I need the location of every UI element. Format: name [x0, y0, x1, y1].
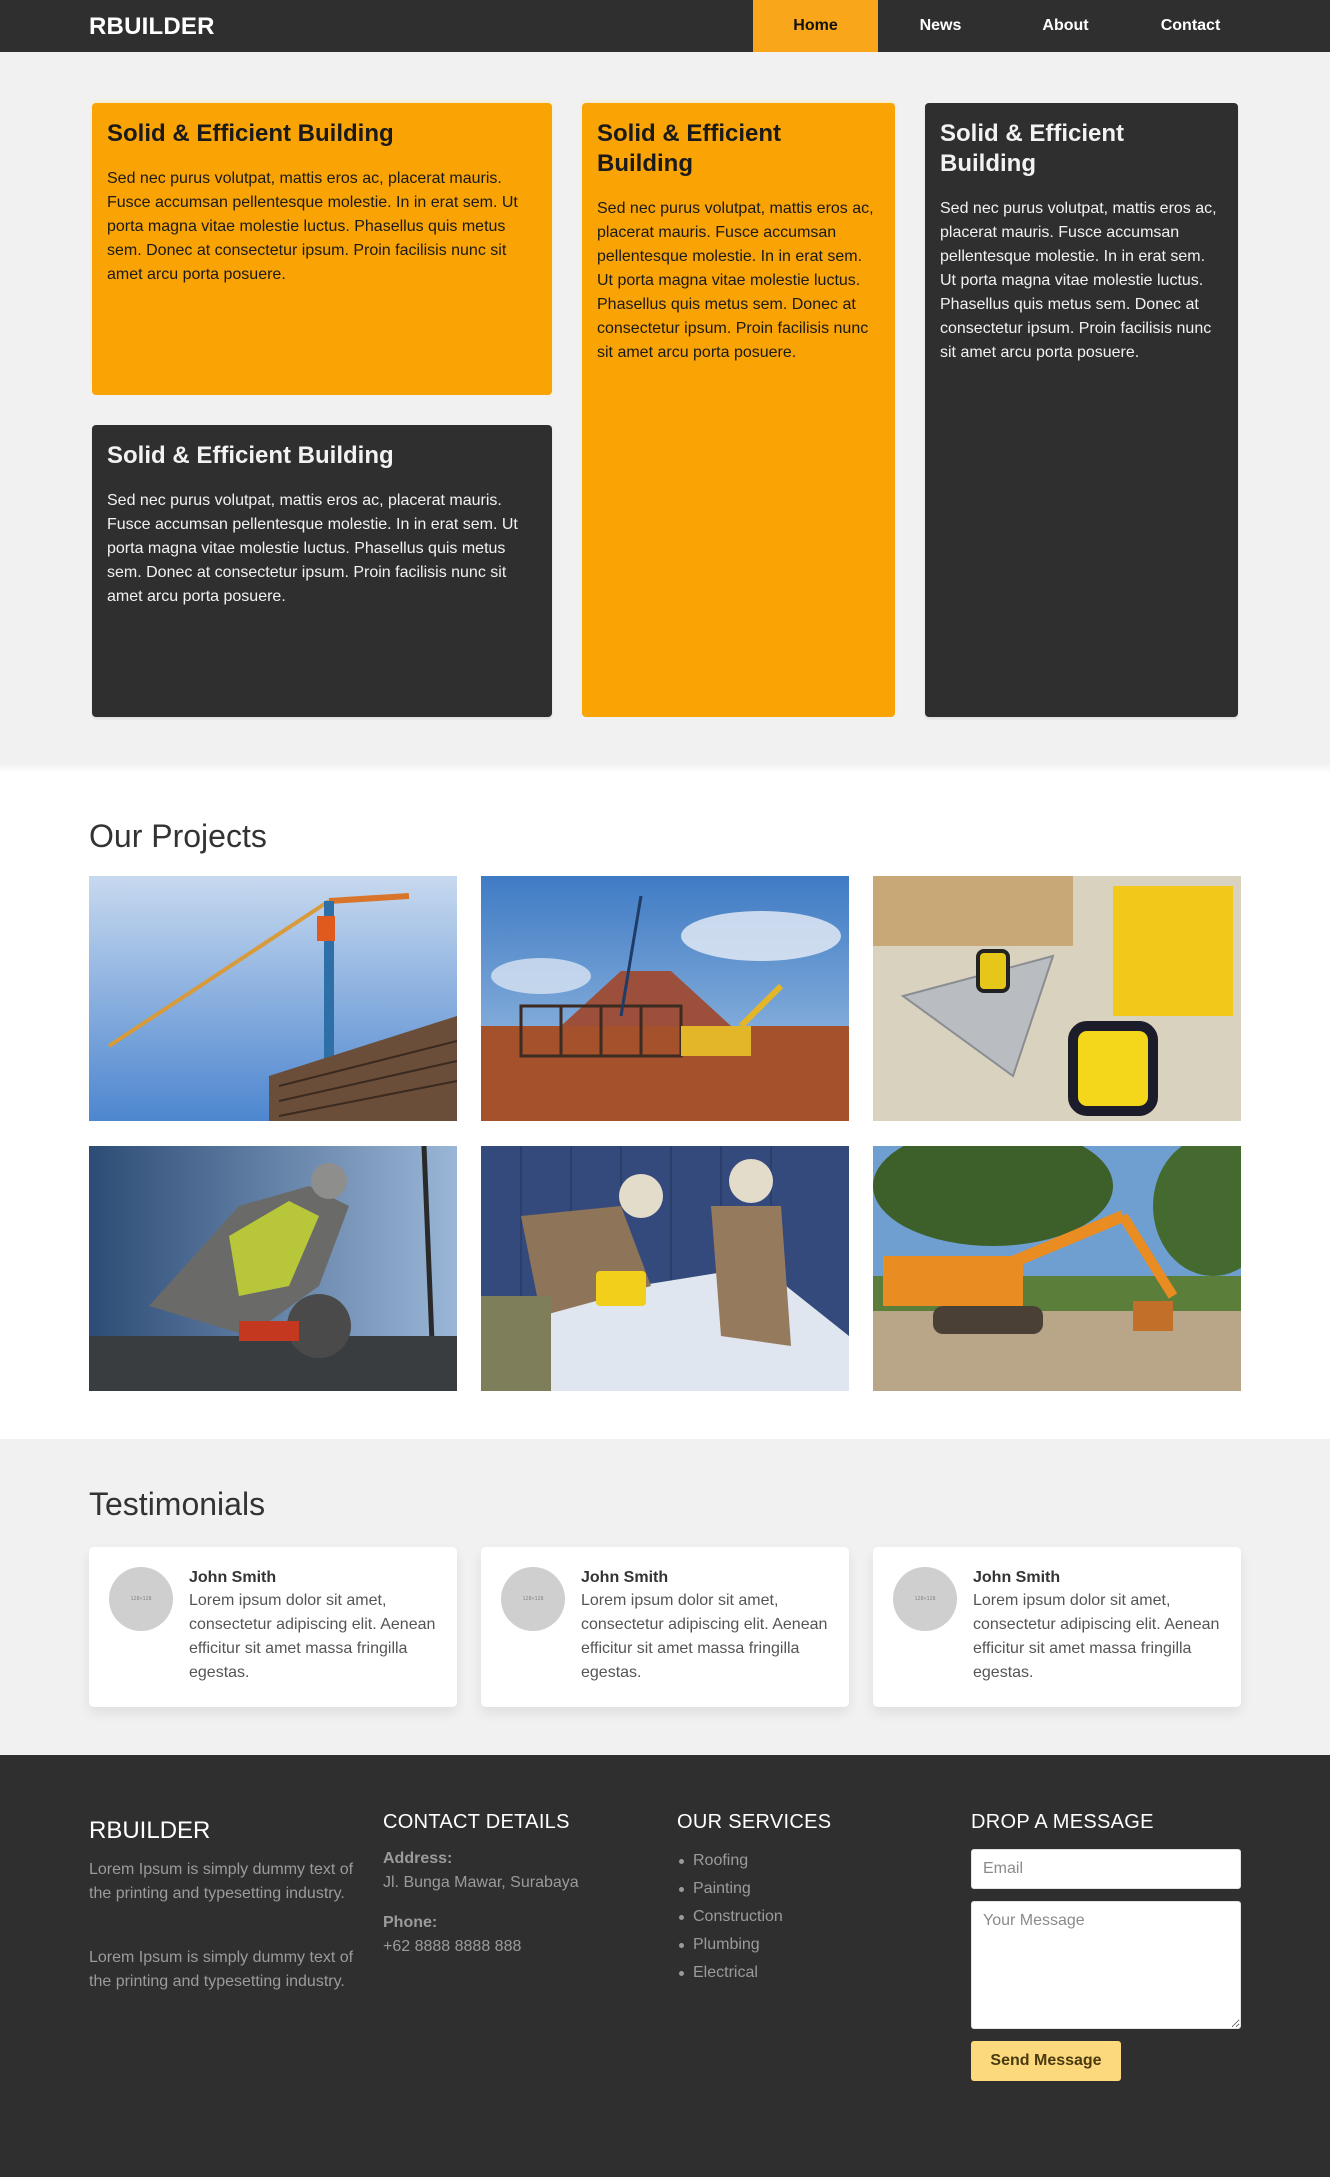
address-value: Jl. Bunga Mawar, Surabaya: [383, 1874, 579, 1891]
footer-brand: RBUILDER: [89, 1817, 211, 1844]
feature-card: Solid & Efficient Building Sed nec purus…: [92, 103, 552, 395]
services-list: Roofing Painting Construction Plumbing E…: [677, 1847, 877, 1987]
avatar: 128×128: [501, 1567, 565, 1631]
feature-card-title: Solid & Efficient Building: [940, 120, 1125, 177]
phone-label: Phone:: [383, 1914, 438, 1931]
nav-item-about[interactable]: About: [1003, 0, 1128, 52]
project-photo-sheet-cutting[interactable]: [481, 1146, 849, 1391]
service-item-electrical: Electrical: [677, 1959, 877, 1987]
feature-card-title: Solid & Efficient Building: [107, 120, 394, 147]
brand-logo[interactable]: RBUILDER: [89, 13, 215, 41]
testimonial-card: 128×128 John Smith Lorem ipsum dolor sit…: [89, 1547, 457, 1707]
projects-title: Our Projects: [89, 818, 267, 854]
testimonials-title: Testimonials: [89, 1486, 266, 1522]
feature-card: Solid & Efficient Building Sed nec purus…: [582, 103, 895, 717]
service-item-painting: Painting: [677, 1875, 877, 1903]
service-item-plumbing: Plumbing: [677, 1931, 877, 1959]
testimonial-card: 128×128 John Smith Lorem ipsum dolor sit…: [873, 1547, 1241, 1707]
footer-about-text: Lorem Ipsum is simply dummy text of the …: [89, 1861, 354, 1902]
send-message-button[interactable]: Send Message: [971, 2041, 1121, 2081]
feature-card-body: Sed nec purus volutpat, mattis eros ac, …: [107, 492, 518, 605]
top-nav: RBUILDER Home News About Contact: [0, 0, 1330, 52]
feature-card-body: Sed nec purus volutpat, mattis eros ac, …: [597, 200, 874, 361]
phone-value[interactable]: +62 8888 8888 888: [383, 1935, 579, 1959]
feature-card: Solid & Efficient Building Sed nec purus…: [92, 425, 552, 717]
testimonial-name: John Smith: [973, 1569, 1061, 1586]
avatar: 128×128: [109, 1567, 173, 1631]
services-heading: OUR SERVICES: [677, 1811, 832, 1833]
testimonial-name: John Smith: [581, 1569, 669, 1586]
contact-details-heading: CONTACT DETAILS: [383, 1811, 570, 1833]
nav-item-contact[interactable]: Contact: [1128, 0, 1253, 52]
project-photo-excavator-site[interactable]: [481, 876, 849, 1121]
project-photo-excavator[interactable]: [873, 1146, 1241, 1391]
nav-item-home[interactable]: Home: [753, 0, 878, 52]
avatar: 128×128: [893, 1567, 957, 1631]
feature-card-title: Solid & Efficient Building: [107, 442, 394, 469]
service-item-roofing: Roofing: [677, 1847, 877, 1875]
testimonial-card: 128×128 John Smith Lorem ipsum dolor sit…: [481, 1547, 849, 1707]
feature-card-title: Solid & Efficient Building: [597, 120, 782, 177]
feature-card-body: Sed nec purus volutpat, mattis eros ac, …: [107, 170, 518, 283]
testimonial-text: Lorem ipsum dolor sit amet, consectetur …: [973, 1592, 1220, 1681]
footer-about-text: Lorem Ipsum is simply dummy text of the …: [89, 1949, 354, 1990]
service-item-construction: Construction: [677, 1903, 877, 1931]
testimonial-name: John Smith: [189, 1569, 277, 1586]
feature-card-body: Sed nec purus volutpat, mattis eros ac, …: [940, 200, 1217, 361]
testimonial-text: Lorem ipsum dolor sit amet, consectetur …: [189, 1592, 436, 1681]
testimonial-text: Lorem ipsum dolor sit amet, consectetur …: [581, 1592, 828, 1681]
drop-message-heading: DROP A MESSAGE: [971, 1811, 1154, 1833]
project-photo-crane[interactable]: [89, 876, 457, 1121]
feature-card: Solid & Efficient Building Sed nec purus…: [925, 103, 1238, 717]
email-field[interactable]: [971, 1849, 1241, 1889]
message-textarea[interactable]: [971, 1901, 1241, 2029]
address-label: Address:: [383, 1850, 453, 1867]
project-photo-concrete-cutting[interactable]: [89, 1146, 457, 1391]
nav-menu: Home News About Contact: [753, 0, 1253, 52]
project-photo-tools[interactable]: [873, 876, 1241, 1121]
contact-details: Address: Jl. Bunga Mawar, Surabaya Phone…: [383, 1847, 579, 1959]
nav-item-news[interactable]: News: [878, 0, 1003, 52]
